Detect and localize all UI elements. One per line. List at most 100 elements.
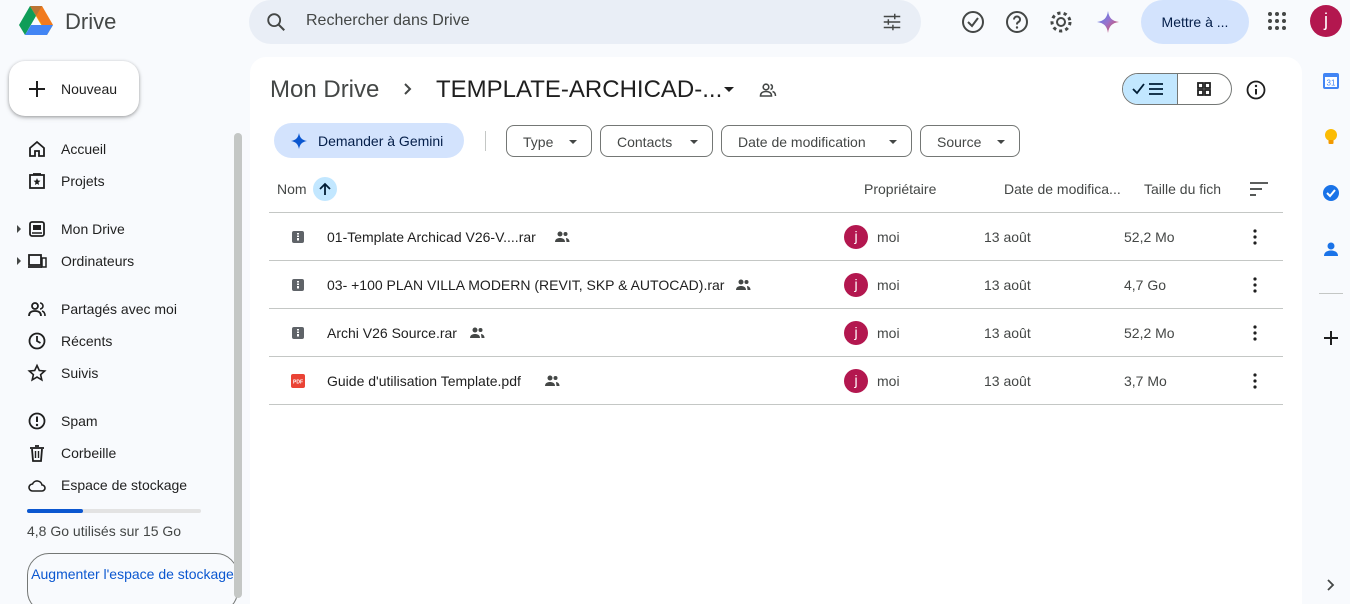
more-options-icon[interactable]	[1245, 227, 1265, 247]
column-header-name[interactable]: Nom	[277, 181, 307, 197]
more-options-icon[interactable]	[1245, 275, 1265, 295]
file-size: 3,7 Mo	[1124, 373, 1167, 389]
upgrade-button[interactable]: Mettre à ...	[1141, 0, 1249, 44]
chevron-right-icon[interactable]	[1321, 575, 1341, 595]
file-name[interactable]: Archi V26 Source.rar	[327, 325, 457, 341]
ask-gemini-button[interactable]: Demander à Gemini	[274, 123, 464, 158]
sidebar-item-home[interactable]: Accueil	[0, 135, 232, 163]
search-bar[interactable]: Rechercher dans Drive	[249, 0, 921, 44]
owner-avatar: j	[844, 273, 868, 297]
table-row[interactable]: 01-Template Archicad V26-V....rar j moi …	[269, 212, 1283, 260]
drive-logo-icon[interactable]	[18, 4, 54, 38]
column-header-modified[interactable]: Date de modifica...	[1004, 181, 1121, 197]
shared-people-icon	[470, 327, 485, 338]
sidebar-item-label: Corbeille	[61, 445, 117, 461]
keep-icon[interactable]	[1321, 127, 1341, 147]
file-size: 52,2 Mo	[1124, 325, 1175, 341]
owner-name: moi	[877, 325, 900, 341]
sidebar-item-trash[interactable]: Corbeille	[0, 439, 232, 467]
home-icon	[29, 140, 45, 157]
new-button[interactable]: Nouveau	[9, 61, 139, 116]
ready-offline-icon[interactable]	[960, 9, 986, 35]
search-options-icon[interactable]	[881, 11, 903, 33]
sort-options-icon[interactable]	[1248, 179, 1270, 199]
grid-view-icon	[1197, 82, 1211, 96]
sidebar-item-computers[interactable]: Ordinateurs	[0, 247, 232, 275]
column-header-owner[interactable]: Propriétaire	[864, 181, 936, 197]
archive-file-icon	[292, 231, 304, 243]
table-row[interactable]: Archi V26 Source.rar j moi 13 août 52,2 …	[269, 308, 1283, 356]
table-row[interactable]: 03- +100 PLAN VILLA MODERN (REVIT, SKP &…	[269, 260, 1283, 308]
sort-direction-button[interactable]	[313, 177, 337, 201]
filter-chip-contacts[interactable]: Contacts	[600, 125, 713, 157]
more-options-icon[interactable]	[1245, 323, 1265, 343]
filter-chip-source[interactable]: Source	[920, 125, 1020, 157]
settings-gear-icon[interactable]	[1048, 9, 1074, 35]
column-header-size[interactable]: Taille du fich	[1144, 181, 1221, 197]
top-bar: Drive Rechercher dans Drive Mettre à ...	[0, 0, 1350, 44]
view-toggle	[1122, 73, 1232, 105]
upgrade-storage-button[interactable]: Augmenter l'espace de stockage	[27, 553, 238, 604]
breadcrumb-current-folder[interactable]: TEMPLATE-ARCHICAD-...	[436, 76, 722, 104]
chevron-right-icon	[404, 83, 412, 95]
storage-usage-fill	[27, 509, 83, 513]
expand-caret-icon[interactable]	[17, 257, 21, 265]
sidebar-item-storage[interactable]: Espace de stockage	[0, 471, 232, 499]
sidebar-scrollbar[interactable]	[234, 133, 242, 598]
svg-text:31: 31	[1327, 79, 1336, 88]
search-input[interactable]: Rechercher dans Drive	[306, 12, 470, 30]
sidebar-item-my-drive[interactable]: Mon Drive	[0, 215, 232, 243]
sidebar-item-label: Suivis	[61, 365, 99, 381]
app-name[interactable]: Drive	[65, 9, 116, 35]
storage-usage-text: 4,8 Go utilisés sur 15 Go	[27, 523, 182, 539]
file-name[interactable]: Guide d'utilisation Template.pdf	[327, 373, 521, 389]
gemini-sparkle-icon	[291, 133, 307, 149]
modified-date: 13 août	[984, 277, 1031, 293]
sidebar-item-label: Mon Drive	[61, 221, 125, 237]
spam-icon	[28, 412, 46, 430]
filter-divider	[485, 131, 486, 151]
contacts-icon[interactable]	[1321, 239, 1341, 259]
gemini-icon[interactable]	[1095, 9, 1121, 35]
sidebar-item-spam[interactable]: Spam	[0, 407, 232, 435]
tasks-icon[interactable]	[1321, 183, 1341, 203]
modified-date: 13 août	[984, 373, 1031, 389]
star-icon	[27, 363, 47, 382]
more-options-icon[interactable]	[1245, 371, 1265, 391]
owner-name: moi	[877, 277, 900, 293]
info-icon[interactable]	[1245, 79, 1267, 101]
sidebar-item-recent[interactable]: Récents	[0, 327, 232, 355]
arrow-up-icon	[319, 182, 331, 195]
owner-avatar: j	[844, 225, 868, 249]
grid-view-button[interactable]	[1178, 74, 1231, 104]
sidebar-item-label: Ordinateurs	[61, 253, 135, 269]
add-addon-icon[interactable]	[1321, 328, 1341, 348]
shared-people-icon	[555, 231, 570, 242]
sidebar-item-shared[interactable]: Partagés avec moi	[0, 295, 232, 323]
apps-grid-icon[interactable]	[1266, 10, 1288, 32]
filter-chip-label: Source	[937, 134, 982, 150]
file-name[interactable]: 03- +100 PLAN VILLA MODERN (REVIT, SKP &…	[327, 277, 724, 293]
folder-menu-caret-icon[interactable]	[724, 87, 734, 92]
sidebar-item-starred[interactable]: Suivis	[0, 359, 232, 387]
sidebar-item-label: Spam	[61, 413, 98, 429]
calendar-icon[interactable]: 31	[1321, 71, 1341, 91]
trash-icon	[30, 445, 44, 462]
account-avatar[interactable]: j	[1310, 5, 1342, 37]
owner-avatar: j	[844, 321, 868, 345]
rail-divider	[1319, 293, 1343, 294]
file-name[interactable]: 01-Template Archicad V26-V....rar	[327, 229, 536, 245]
expand-caret-icon[interactable]	[17, 225, 21, 233]
breadcrumb-root[interactable]: Mon Drive	[270, 76, 379, 104]
filter-chip-modified[interactable]: Date de modification	[721, 125, 912, 157]
filter-chip-type[interactable]: Type	[506, 125, 592, 157]
cloud-icon	[28, 480, 46, 492]
search-icon[interactable]	[265, 11, 287, 33]
table-row[interactable]: PDF Guide d'utilisation Template.pdf j m…	[269, 356, 1283, 404]
help-icon[interactable]	[1004, 9, 1030, 35]
shared-folder-icon[interactable]	[758, 80, 778, 100]
list-view-button[interactable]	[1123, 74, 1178, 104]
pdf-file-icon: PDF	[291, 374, 305, 388]
shared-people-icon	[736, 279, 751, 290]
sidebar-item-projects[interactable]: Projets	[0, 167, 232, 195]
